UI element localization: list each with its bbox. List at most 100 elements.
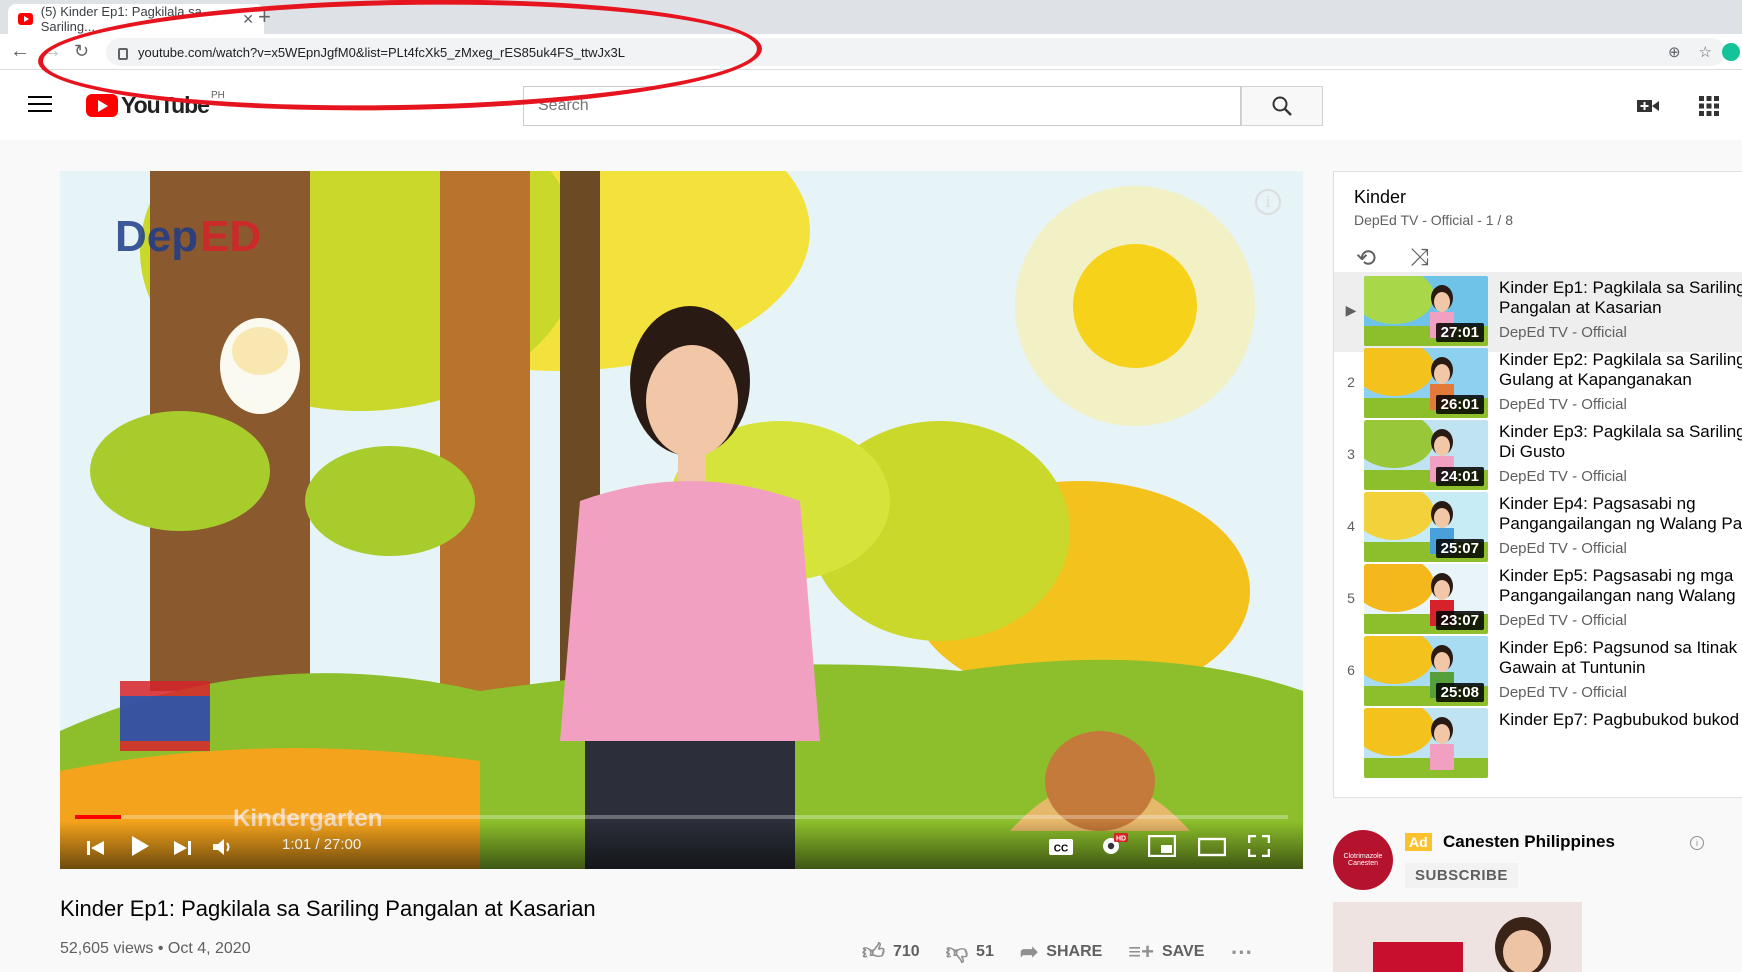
playlist-item-channel[interactable]: DepEd TV - Official <box>1499 324 1627 341</box>
playlist-panel: Kinder DepEd TV - Official - 1 / 8 ⟲ ⤨ ▶… <box>1333 171 1742 798</box>
search-icon <box>1272 96 1292 116</box>
apps-icon[interactable] <box>1697 96 1721 116</box>
reload-icon[interactable]: ↻ <box>74 41 89 62</box>
playlist-item-title[interactable]: Kinder Ep2: Pagkilala sa Sariling Gulang… <box>1499 350 1742 390</box>
progress-bar[interactable] <box>75 815 1288 819</box>
playlist-item-index: ▶ <box>1345 302 1357 318</box>
duration-badge: 24:01 <box>1435 467 1484 486</box>
grammarly-extension-icon[interactable] <box>1722 43 1740 61</box>
playlist-item-thumbnail[interactable] <box>1364 708 1488 778</box>
like-count: 710 <box>893 942 920 960</box>
dislike-button[interactable]: 👎︎ 51 <box>946 938 994 965</box>
like-icon: 👍︎ <box>862 939 885 964</box>
playlist-item-channel[interactable]: DepEd TV - Official <box>1499 540 1627 557</box>
playlist-item[interactable]: 2 26:01 Kinder Ep2: Pagkilala sa Sariling … <box>1334 344 1742 424</box>
zoom-icon[interactable]: ⊕ <box>1668 43 1681 61</box>
tab-close-icon[interactable]: ✕ <box>242 11 254 28</box>
loop-icon[interactable]: ⟲ <box>1356 244 1376 273</box>
playlist-item-index: 3 <box>1347 446 1355 462</box>
more-button[interactable]: ⋯ <box>1230 939 1260 965</box>
advertiser-avatar[interactable]: Clotrimazole Canesten <box>1333 830 1393 890</box>
browser-tab-strip: (5) Kinder Ep1: Pagkilala sa Sariling...… <box>0 0 1742 34</box>
playlist-item-thumbnail[interactable]: 25:07 <box>1364 492 1488 562</box>
share-button[interactable]: ➦ SHARE <box>1020 939 1102 965</box>
play-icon[interactable] <box>130 835 150 857</box>
menu-icon[interactable] <box>28 96 52 114</box>
like-button[interactable]: 👍︎ 710 <box>862 938 920 965</box>
advertiser-name[interactable]: Canesten Philippines <box>1443 832 1615 852</box>
playlist-item-title[interactable]: Kinder Ep3: Pagkilala sa Sariling Di Gus… <box>1499 422 1742 462</box>
new-tab-icon[interactable]: + <box>258 4 271 30</box>
playlist-item-channel[interactable]: DepEd TV - Official <box>1499 468 1627 485</box>
ad-info-icon[interactable]: i <box>1690 836 1704 850</box>
next-icon[interactable] <box>172 839 192 857</box>
save-icon: ≡+ <box>1128 938 1154 964</box>
fullscreen-icon[interactable] <box>1248 835 1270 857</box>
search-input[interactable] <box>523 86 1241 126</box>
prev-icon[interactable] <box>86 839 106 857</box>
settings-icon[interactable]: HD <box>1100 833 1128 857</box>
theater-icon[interactable] <box>1198 837 1226 857</box>
playlist-item-channel[interactable]: DepEd TV - Official <box>1499 684 1627 701</box>
playlist-item-channel[interactable]: DepEd TV - Official <box>1499 396 1627 413</box>
duration-badge: 25:08 <box>1435 683 1484 702</box>
playlist-item[interactable]: Kinder Ep7: Pagbubukod bukod <box>1334 704 1742 784</box>
playlist-item-index: 5 <box>1347 590 1355 606</box>
star-icon[interactable]: ☆ <box>1699 43 1712 61</box>
playlist-title[interactable]: Kinder <box>1354 187 1406 208</box>
cc-icon[interactable]: CC <box>1048 837 1074 857</box>
more-icon: ⋯ <box>1230 938 1253 964</box>
player-controls: 1:01 / 27:00 CC HD <box>60 821 1303 869</box>
svg-text:Dep: Dep <box>115 212 198 261</box>
back-icon[interactable]: ← <box>10 40 30 63</box>
browser-tab[interactable]: (5) Kinder Ep1: Pagkilala sa Sariling...… <box>8 4 264 34</box>
duration-badge: 23:07 <box>1435 611 1484 630</box>
miniplayer-icon[interactable] <box>1148 835 1176 857</box>
playlist-item-thumbnail[interactable]: 24:01 <box>1364 420 1488 490</box>
playlist-item-title[interactable]: Kinder Ep7: Pagbubukod bukod <box>1499 710 1742 750</box>
playlist-item-title[interactable]: Kinder Ep1: Pagkilala sa Sariling Pangal… <box>1499 278 1742 318</box>
lock-icon <box>118 48 128 60</box>
playlist-item-title[interactable]: Kinder Ep4: Pagsasabi ng Pangangailangan… <box>1499 494 1742 534</box>
video-frame: Dep ED <box>60 171 1303 869</box>
hd-badge: HD <box>1116 836 1126 843</box>
search-button[interactable] <box>1241 86 1323 126</box>
playlist-item-channel[interactable]: DepEd TV - Official <box>1499 612 1627 629</box>
duration-badge: 27:01 <box>1435 323 1484 342</box>
playlist-item-thumbnail[interactable]: 23:07 <box>1364 564 1488 634</box>
subscribe-button[interactable]: SUBSCRIBE <box>1405 863 1518 888</box>
logo-text: YouTube <box>121 92 210 118</box>
video-player[interactable]: Dep ED i Kindergarten 1:01 / 27:00 CC HD <box>60 171 1303 869</box>
youtube-header: YouTube PH <box>0 70 1742 140</box>
create-video-icon[interactable] <box>1636 96 1660 116</box>
playlist-item[interactable]: ▶ 27:01 Kinder Ep1: Pagkilala sa Sariling … <box>1334 272 1742 352</box>
playlist-controls: ⟲ ⤨ <box>1356 244 1429 273</box>
shuffle-icon[interactable]: ⤨ <box>1410 244 1429 273</box>
ad-thumbnail[interactable] <box>1333 902 1582 972</box>
tab-title: (5) Kinder Ep1: Pagkilala sa Sariling... <box>40 4 202 34</box>
playlist-item-index: 2 <box>1347 374 1355 390</box>
svg-text:CC: CC <box>1054 844 1068 855</box>
playlist-item[interactable]: 4 25:07 Kinder Ep4: Pagsasabi ng Pangangai… <box>1334 488 1742 568</box>
address-bar[interactable]: youtube.com/watch?v=x5WEpnJgfM0&list=PLt… <box>106 38 1726 66</box>
playlist-item-title[interactable]: Kinder Ep6: Pagsunod sa Itinak Gawain at… <box>1499 638 1742 678</box>
volume-icon[interactable] <box>212 837 234 857</box>
video-title: Kinder Ep1: Pagkilala sa Sariling Pangal… <box>60 896 596 921</box>
dislike-icon: 👎︎ <box>945 939 969 964</box>
forward-icon[interactable]: → <box>42 40 62 63</box>
info-icon[interactable]: i <box>1255 189 1281 215</box>
youtube-logo[interactable]: YouTube PH <box>86 90 225 119</box>
playlist-item-thumbnail[interactable]: 25:08 <box>1364 636 1488 706</box>
playlist-item-thumbnail[interactable]: 26:01 <box>1364 348 1488 418</box>
share-label: SHARE <box>1046 942 1103 960</box>
playlist-item[interactable]: 5 23:07 Kinder Ep5: Pagsasabi ng mga Panga… <box>1334 560 1742 640</box>
save-button[interactable]: ≡+ SAVE <box>1128 939 1204 965</box>
playlist-item-thumbnail[interactable]: 27:01 <box>1364 276 1488 346</box>
playlist-item[interactable]: 3 24:01 Kinder Ep3: Pagkilala sa Sariling … <box>1334 416 1742 496</box>
playlist-item-title[interactable]: Kinder Ep5: Pagsasabi ng mga Pangangaila… <box>1499 566 1742 606</box>
ad-image <box>1333 902 1582 972</box>
youtube-play-logo-icon <box>86 94 118 117</box>
browser-toolbar: ← → ↻ youtube.com/watch?v=x5WEpnJgfM0&li… <box>0 34 1742 70</box>
playlist-item[interactable]: 6 25:08 Kinder Ep6: Pagsunod sa Itinak Gaw… <box>1334 632 1742 712</box>
duration-badge: 26:01 <box>1435 395 1484 414</box>
